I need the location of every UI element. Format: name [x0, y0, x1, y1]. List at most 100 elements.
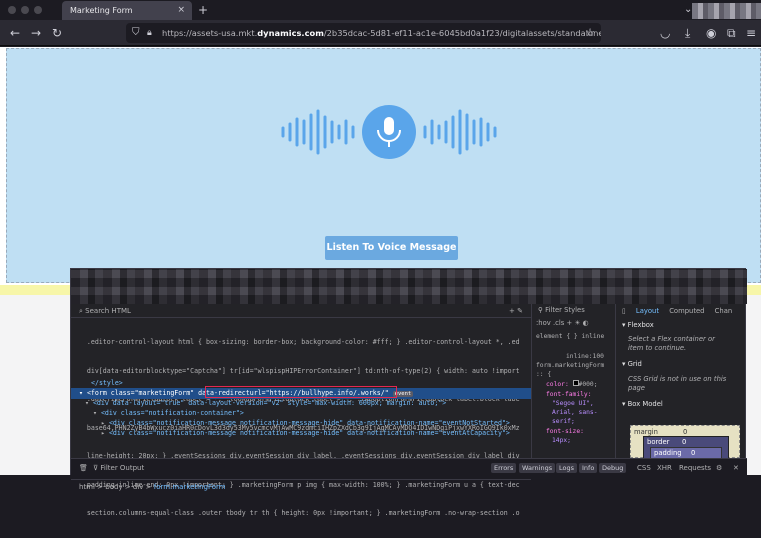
- reload-icon[interactable]: ↻: [52, 24, 62, 42]
- close-devtools-icon[interactable]: ✕: [733, 459, 739, 477]
- tab-changes[interactable]: Chan: [715, 307, 733, 315]
- lock-icon[interactable]: 🔒︎: [147, 23, 152, 43]
- rules-toolbar: :hov .cls + ☀ ◐: [536, 319, 589, 328]
- url-bar[interactable]: ⛉ 🔒︎ https://assets-usa.mkt.dynamics.com…: [126, 23, 601, 43]
- filter-debug[interactable]: Debug: [599, 463, 627, 473]
- url-prefix: https://assets-usa.mkt.: [162, 28, 258, 38]
- element-rule: element { } inline: [536, 333, 605, 340]
- back-icon[interactable]: ←: [10, 24, 20, 42]
- color-declaration: color: #000;: [546, 380, 598, 388]
- pocket-icon[interactable]: ◡: [660, 24, 670, 42]
- bookmark-star-icon[interactable]: ☆: [585, 23, 595, 43]
- div-notification-node[interactable]: ▾ <div class="notification-container">: [71, 409, 531, 419]
- filter-css[interactable]: CSS: [637, 459, 651, 477]
- box-padding-value[interactable]: 0: [691, 449, 695, 458]
- flexbox-section-title[interactable]: ▾ Flexbox: [622, 321, 654, 330]
- filter-logs[interactable]: Logs: [556, 463, 577, 473]
- filter-info[interactable]: Info: [579, 463, 598, 473]
- trash-icon[interactable]: 🗑︎: [79, 459, 88, 477]
- inline-source-link[interactable]: inline:100: [566, 352, 604, 361]
- breadcrumb: html > body > div > form.marketingForm: [71, 479, 531, 493]
- font-family-prop: font-family:: [546, 391, 592, 398]
- box-border-label: border: [647, 438, 670, 446]
- redacted-area: [692, 3, 761, 19]
- pick-color-icon[interactable]: ✎: [517, 307, 523, 315]
- tab-computed[interactable]: Computed: [669, 307, 704, 315]
- listen-to-voice-message-button[interactable]: Listen To Voice Message: [325, 236, 458, 260]
- box-model-section-title[interactable]: ▾ Box Model: [622, 400, 663, 409]
- flexbox-message: item to continue.: [628, 344, 687, 352]
- settings-gear-icon[interactable]: ⚙: [716, 459, 722, 477]
- navigation-bar: ← → ↻ ⛉ 🔒︎ https://assets-usa.mkt.dynami…: [0, 20, 761, 46]
- html-inspector: ⌕ Search HTML + ✎ .editor-control-layout…: [71, 304, 531, 517]
- flexbox-message: Select a Flex container or: [628, 335, 715, 343]
- window-minimize-dot[interactable]: [21, 6, 29, 14]
- tab-marketing-form[interactable]: Marketing Form ×: [62, 1, 192, 20]
- font-family-value: serif;: [552, 418, 575, 425]
- highlight-box: [205, 386, 397, 398]
- voice-message-hero: Listen To Voice Message: [6, 48, 761, 283]
- redacted-devtools-toolbar: [71, 269, 747, 304]
- light-mode-icon[interactable]: ☀: [574, 319, 580, 327]
- filter-warnings[interactable]: Warnings: [519, 463, 556, 473]
- code-line: div[data-editorblocktype="Captcha"] tr[i…: [71, 366, 520, 375]
- account-icon[interactable]: ◉: [706, 24, 716, 42]
- rule-brace: :: {: [536, 371, 552, 378]
- hov-toggle[interactable]: :hov: [536, 319, 551, 327]
- devtools-panel: ⌕ Search HTML + ✎ .editor-control-layout…: [70, 268, 747, 517]
- page-content: Listen To Voice Message: [0, 47, 761, 285]
- div-layout-tag: <div data-layout="true" data-layout-vers…: [92, 399, 447, 407]
- div-message-node[interactable]: ▸ <div class="notification-message notif…: [71, 419, 531, 429]
- url-domain: dynamics.com: [257, 28, 324, 38]
- window-close-dot[interactable]: [8, 6, 16, 14]
- sidebar-toggle-icon[interactable]: ▯: [622, 307, 628, 315]
- tab-layout[interactable]: Layout: [636, 307, 659, 315]
- downloads-icon[interactable]: ⤓: [685, 24, 690, 42]
- forward-icon[interactable]: →: [31, 24, 41, 42]
- div-layout-node[interactable]: ▾ <div data-layout="true" data-layout-ve…: [71, 399, 531, 409]
- filter-xhr[interactable]: XHR: [657, 459, 672, 477]
- font-size-value: 14px;: [552, 437, 571, 444]
- filter-output-input[interactable]: ⊽ Filter Output: [93, 459, 144, 477]
- box-border-value[interactable]: 0: [682, 438, 686, 447]
- code-line: .editor-control-layout html { box-sizing…: [71, 338, 520, 346]
- add-rule-icon[interactable]: +: [566, 319, 572, 327]
- grid-section-title[interactable]: ▾ Grid: [622, 360, 642, 369]
- search-html-input[interactable]: Search HTML: [85, 307, 131, 315]
- font-family-value: Arial, sans-: [552, 409, 598, 416]
- form-open-tag: <form class="marketingForm": [86, 389, 195, 397]
- div-message-node[interactable]: ▸ <div class="notification-message notif…: [71, 429, 531, 439]
- box-model-border: border 0 padding 0: [643, 436, 729, 460]
- url-path: /2b35dcac-5d81-ef11-ac1e-6045bd0a1f23/di…: [323, 28, 601, 38]
- box-model-margin: margin 0 border 0 padding 0: [630, 425, 740, 460]
- close-tab-icon[interactable]: ×: [177, 1, 185, 20]
- breadcrumb-item[interactable]: body: [105, 483, 122, 491]
- shield-icon[interactable]: ⛉: [132, 23, 140, 43]
- microphone-sound-wave-icon: [281, 105, 497, 159]
- box-padding-label: padding: [654, 449, 682, 457]
- breadcrumb-item[interactable]: form.marketingForm: [154, 483, 226, 491]
- dark-mode-icon[interactable]: ◐: [583, 319, 589, 327]
- cls-toggle[interactable]: .cls: [553, 319, 564, 327]
- filter-styles-input[interactable]: ⚲ Filter Styles: [538, 306, 585, 315]
- tab-bar: Marketing Form × + ⌄: [0, 0, 761, 20]
- add-node-icon[interactable]: +: [509, 307, 517, 315]
- breadcrumb-item[interactable]: html: [79, 483, 95, 491]
- layout-panel: ▯ Layout Computed Chan ▾ Flexbox Select …: [615, 304, 747, 460]
- div-msg2-tag: <div class="notification-message notific…: [108, 429, 510, 437]
- html-search-bar: ⌕ Search HTML + ✎: [71, 304, 531, 318]
- layout-tabs: ▯ Layout Computed Chan: [622, 307, 740, 316]
- div-msg1-tag: <div class="notification-message notific…: [108, 419, 510, 427]
- font-size-declaration: font-size:: [546, 428, 584, 435]
- new-tab-icon[interactable]: +: [198, 0, 208, 20]
- filter-requests[interactable]: Requests: [679, 459, 711, 477]
- window-zoom-dot[interactable]: [34, 6, 42, 14]
- extensions-icon[interactable]: ⧉: [727, 24, 736, 42]
- console-status-bar: 🗑︎ ⊽ Filter Output Errors Warnings Logs …: [71, 458, 747, 476]
- rule-selector: form.marketingForm: [536, 362, 605, 369]
- code-line: section.columns-equal-class .outer tbody…: [71, 509, 520, 517]
- menu-icon[interactable]: ≡: [746, 24, 756, 42]
- filter-errors[interactable]: Errors: [491, 463, 517, 473]
- div-notification-tag: <div class="notification-container">: [100, 409, 244, 417]
- breadcrumb-item[interactable]: div: [133, 483, 144, 491]
